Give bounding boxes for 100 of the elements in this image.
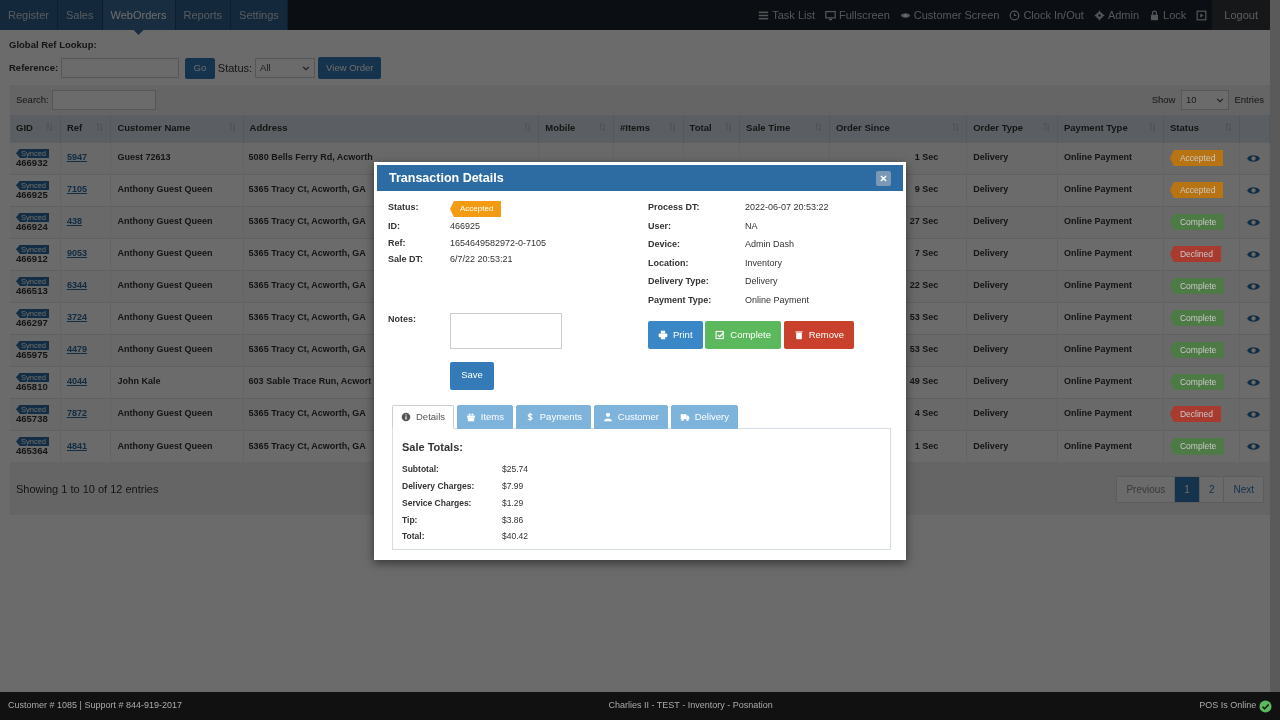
tab[interactable]: Delivery — [670, 404, 739, 429]
toolbar-link[interactable]: Admin — [1088, 0, 1145, 30]
save-button[interactable]: Save — [450, 361, 494, 390]
column-header[interactable]: Total — [689, 122, 712, 134]
total-label: Total: — [402, 530, 426, 543]
toolbar-link[interactable]: Task List — [753, 0, 821, 30]
ref-link[interactable]: 7105 — [66, 184, 87, 195]
ref-link[interactable]: 3724 — [66, 312, 87, 323]
gid-text: 466924 — [16, 222, 49, 232]
tab[interactable]: Payments — [515, 404, 592, 429]
payment-type-text: Online Payment — [1064, 248, 1133, 259]
close-icon — [879, 173, 888, 183]
payment-type-text: Online Payment — [1064, 376, 1133, 387]
table-info: Showing 1 to 10 of 12 entries — [16, 482, 159, 498]
toolbar-link[interactable]: Clock In/Out — [1004, 0, 1089, 30]
ref-link[interactable]: 4479 — [66, 344, 87, 355]
entries-dropdown[interactable]: 10 — [1180, 90, 1229, 111]
gid-text: 466912 — [16, 254, 49, 264]
address-text: 5365 Tracy Ct, Acworth, GA — [248, 280, 366, 291]
notes-field[interactable] — [450, 312, 562, 349]
field-value: Inventory — [744, 256, 783, 270]
logout-button[interactable]: Logout — [1212, 0, 1270, 30]
field-value: Online Payment — [744, 293, 810, 307]
total-label: Subtotal: — [402, 463, 440, 476]
status-badge: Accepted — [1169, 149, 1224, 167]
field-label: Status: — [217, 61, 253, 76]
payment-type-text: Online Payment — [1064, 280, 1133, 291]
close-button[interactable] — [876, 170, 891, 186]
page-button[interactable]: Next — [1223, 476, 1264, 503]
field-label: Reference: — [9, 61, 59, 76]
tab[interactable]: Details — [392, 404, 455, 429]
customer-name: Anthony Guest Queen — [117, 344, 213, 355]
nav-tab[interactable]: Reports — [175, 0, 232, 30]
field-value: NA — [744, 219, 759, 233]
column-header[interactable]: Mobile — [545, 122, 576, 134]
status-text: POS Is Online — [1199, 699, 1257, 713]
tab[interactable]: Customer — [593, 404, 668, 429]
column-header[interactable]: Address — [249, 122, 288, 134]
nav-tab[interactable]: Register — [0, 0, 58, 30]
address-text: 5365 Tracy Ct, Acworth, GA — [248, 248, 366, 259]
toolbar-link[interactable]: Customer Screen — [894, 0, 1005, 30]
page-button[interactable]: 2 — [1198, 476, 1225, 503]
status-dropdown[interactable]: All — [255, 58, 316, 79]
nav-tab[interactable]: Sales — [57, 0, 103, 30]
play-icon[interactable] — [1196, 9, 1208, 21]
address-text: 5365 Tracy Ct, Acworth, GA — [248, 216, 366, 227]
order-type-text: Delivery — [973, 152, 1009, 163]
status-badge: Complete — [1169, 309, 1225, 327]
ref-link[interactable]: 9053 — [66, 248, 87, 259]
customer-name: Anthony Guest Queen — [117, 440, 213, 451]
field-label: Status: — [388, 201, 420, 214]
field-label: Entries — [1234, 93, 1264, 108]
ref-link[interactable]: 4044 — [66, 376, 87, 387]
status-badge: Declined — [1169, 245, 1222, 263]
ref-link[interactable]: 7872 — [66, 408, 87, 419]
order-type-text: Delivery — [973, 344, 1009, 355]
check-circle-icon — [1259, 699, 1272, 713]
status-badge: Accepted — [450, 201, 502, 217]
status-badge: Complete — [1169, 277, 1225, 295]
trash-icon — [793, 330, 804, 340]
clock-icon — [1009, 9, 1021, 21]
field-label: Payment Type: — [648, 293, 713, 307]
column-header[interactable]: Order Since — [835, 122, 890, 134]
print-button[interactable]: Print — [648, 321, 703, 349]
column-header[interactable]: Ref — [66, 122, 83, 134]
ref-link[interactable]: 4841 — [66, 440, 87, 451]
scrollbar[interactable] — [1270, 0, 1280, 692]
remove-button[interactable]: Remove — [783, 321, 855, 349]
nav-tab[interactable]: Settings — [231, 0, 288, 30]
page-button[interactable]: 1 — [1174, 476, 1200, 503]
order-since-text: 1 Sec — [914, 440, 939, 451]
complete-button[interactable]: Complete — [705, 321, 781, 349]
gid-text: 465975 — [16, 350, 49, 360]
tab[interactable]: Items — [456, 404, 514, 429]
toolbar-link[interactable]: Fullscreen — [820, 0, 895, 30]
status-badge: Complete — [1169, 437, 1225, 455]
address-text: 5365 Tracy Ct, Acworth, GA — [248, 184, 366, 195]
ref-link[interactable]: 5947 — [66, 152, 87, 163]
total-value: $1.29 — [502, 496, 525, 510]
go-button[interactable]: Go — [184, 57, 215, 79]
ref-link[interactable]: 438 — [66, 216, 82, 227]
field-label: Ref: — [388, 236, 407, 250]
column-header[interactable]: GID — [16, 122, 33, 134]
order-since-text: 27 Sec — [909, 216, 939, 227]
field-label: ID: — [388, 220, 401, 233]
column-header[interactable]: Status — [1169, 122, 1199, 134]
customer-name: Anthony Guest Queen — [117, 312, 213, 323]
address-text: 5365 Tracy Ct, Acworth, GA — [248, 312, 366, 323]
customer-name: Anthony Guest Queen — [117, 216, 213, 227]
view-order-button[interactable]: View Order — [318, 57, 382, 80]
customer-name: Anthony Guest Queen — [117, 184, 213, 195]
footer-text: Customer # 1085 | Support # 844-919-2017 — [8, 699, 182, 713]
ref-link[interactable]: 6344 — [66, 280, 87, 291]
order-since-text: 1 Sec — [914, 152, 939, 163]
payment-type-text: Online Payment — [1064, 312, 1133, 323]
monitor-icon — [825, 9, 837, 21]
toolbar-link[interactable]: Lock — [1144, 0, 1192, 30]
status-badge: Complete — [1169, 373, 1225, 391]
field-label: Show — [1151, 93, 1176, 108]
address-text: 5365 Tracy Ct, Acworth, GA — [248, 440, 366, 451]
